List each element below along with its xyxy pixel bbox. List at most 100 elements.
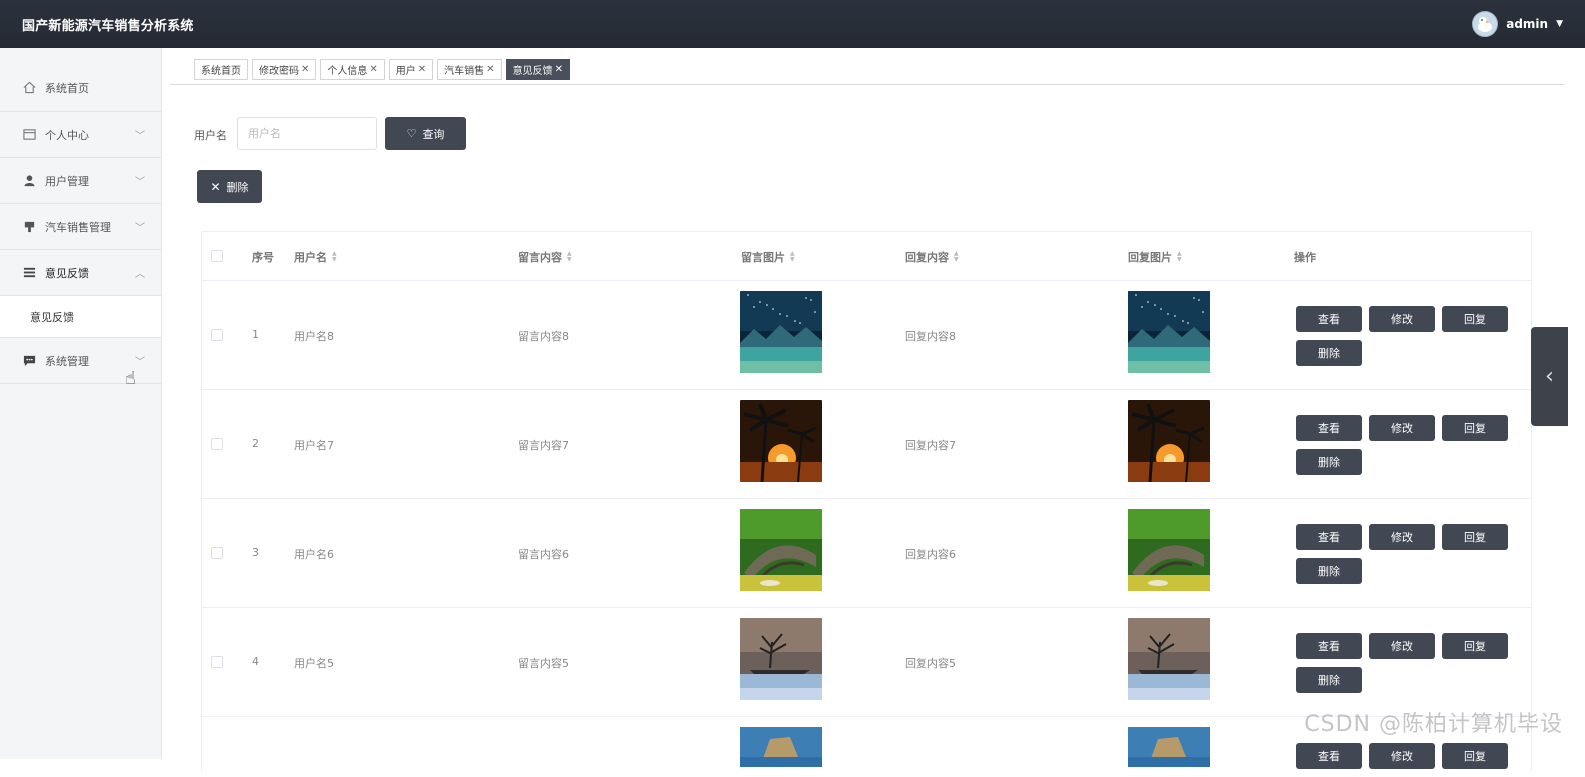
sidebar-item-feedback[interactable]: 意见反馈 ︿ (0, 250, 161, 296)
delete-button[interactable]: 删除 (1296, 667, 1362, 693)
thumbnail-image[interactable] (1128, 291, 1210, 373)
thumbnail-image[interactable] (740, 400, 822, 483)
delete-button[interactable]: 删除 (1296, 340, 1362, 366)
delete-button[interactable]: 删除 (1296, 449, 1362, 475)
sidebar-item-car-sales[interactable]: 汽车销售管理 ﹀ (0, 204, 161, 250)
thumbnail-image[interactable] (740, 291, 822, 373)
chevron-left-icon[interactable]: ‹ (1545, 364, 1554, 389)
drawer-toggle-handle[interactable]: ‹ (1531, 327, 1568, 426)
row-actions: 查看 修改 回复删除 (1296, 633, 1516, 693)
reply-button[interactable]: 回复 (1442, 306, 1508, 332)
user-icon (22, 174, 36, 188)
reply-button[interactable]: 回复 (1442, 415, 1508, 441)
thumbnail-image[interactable] (740, 727, 822, 767)
close-icon[interactable]: ✕ (369, 64, 377, 75)
view-button[interactable]: 查看 (1296, 524, 1362, 550)
header-content[interactable]: 留言内容 ▲ ▼ (518, 249, 572, 265)
sidebar-item-home[interactable]: 系统首页 (0, 48, 161, 112)
row-reply: 回复内容7 (905, 439, 956, 452)
submenu-item-feedback[interactable]: 意见反馈 (0, 296, 161, 338)
sidebar-item-label: 系统管理 (45, 354, 89, 368)
heart-icon: ♡ (406, 127, 417, 140)
close-icon[interactable]: ✕ (301, 64, 309, 75)
row-index: 4 (252, 655, 259, 668)
home-icon (22, 81, 36, 95)
username-search-input[interactable] (237, 117, 377, 150)
view-button[interactable]: 查看 (1296, 306, 1362, 332)
query-button[interactable]: ♡ 查询 (385, 117, 466, 150)
sidebar-item-personal[interactable]: 个人中心 ﹀ (0, 112, 161, 158)
header-username[interactable]: 用户名 ▲ ▼ (294, 249, 337, 265)
tab-home[interactable]: 系统首页 (194, 59, 248, 80)
row-content: 留言内容6 (518, 548, 569, 561)
edit-button[interactable]: 修改 (1369, 524, 1435, 550)
reply-button[interactable]: 回复 (1442, 633, 1508, 659)
row-actions: 查看 修改 回复删除 (1296, 415, 1516, 475)
sort-icon: ▲ ▼ (790, 250, 795, 263)
tab-personal-info[interactable]: 个人信息 ✕ (320, 59, 385, 80)
batch-delete-button[interactable]: ✕ 删除 (197, 170, 262, 203)
edit-button[interactable]: 修改 (1369, 306, 1435, 332)
sidebar-item-users[interactable]: 用户管理 ﹀ (0, 158, 161, 204)
chevron-up-icon: ︿ (135, 269, 145, 280)
sidebar-item-label: 系统首页 (45, 81, 89, 95)
reply-button[interactable]: 回复 (1442, 743, 1508, 769)
row-checkbox[interactable] (211, 329, 223, 341)
header-image[interactable]: 留言图片 ▲ ▼ (741, 249, 795, 265)
view-button[interactable]: 查看 (1296, 743, 1362, 769)
avatar[interactable] (1472, 11, 1499, 37)
close-icon[interactable]: ✕ (555, 64, 563, 75)
row-checkbox[interactable] (211, 438, 223, 450)
edit-button[interactable]: 修改 (1369, 415, 1435, 441)
row-reply: 回复内容6 (905, 548, 956, 561)
close-icon: ✕ (210, 179, 221, 194)
table-row: 4 用户名5 留言内容5 回复内容5 查看 修改 回复 删除 (202, 608, 1531, 717)
edit-button[interactable]: 修改 (1369, 743, 1435, 769)
tab-divider (170, 84, 1565, 85)
row-username: 用户名6 (294, 548, 334, 561)
sidebar-item-label: 意见反馈 (45, 266, 89, 280)
chevron-down-icon: ﹀ (135, 177, 145, 188)
tab-car-sales[interactable]: 汽车销售 ✕ (437, 59, 502, 80)
row-checkbox[interactable] (211, 547, 223, 559)
user-menu[interactable]: admin ▼ (1472, 0, 1563, 48)
sidebar-item-system[interactable]: 系统管理 ﹀ (0, 338, 161, 384)
row-checkbox[interactable] (211, 656, 223, 668)
thumbnail-image[interactable] (1128, 727, 1210, 767)
table-header: 序号 用户名 ▲ ▼ 留言内容 ▲ ▼ 留言图片 ▲ ▼ 回复内容 ▲ ▼ 回复图片 ▲ ▼ 操作 (202, 232, 1531, 281)
sort-icon: ▲ ▼ (332, 250, 337, 263)
chevron-down-icon: ﹀ (135, 131, 145, 142)
tab-feedback[interactable]: 意见反馈 ✕ (505, 59, 570, 80)
hand-cursor-icon: ☝ (125, 368, 136, 389)
row-index: 2 (252, 437, 259, 450)
row-reply: 回复内容5 (905, 657, 956, 670)
caret-down-icon[interactable]: ▼ (1556, 19, 1563, 29)
thumbnail-image[interactable] (1128, 618, 1210, 700)
sort-icon: ▲ ▼ (954, 250, 959, 263)
edit-button[interactable]: 修改 (1369, 633, 1435, 659)
thumbnail-image[interactable] (740, 509, 822, 591)
username-label[interactable]: admin (1506, 17, 1548, 31)
view-button[interactable]: 查看 (1296, 415, 1362, 441)
close-icon[interactable]: ✕ (486, 64, 494, 75)
row-content: 留言内容8 (518, 330, 569, 343)
delete-button[interactable]: 删除 (1296, 558, 1362, 584)
view-button[interactable]: 查看 (1296, 633, 1362, 659)
close-icon[interactable]: ✕ (418, 64, 426, 75)
tab-change-password[interactable]: 修改密码 ✕ (252, 59, 317, 80)
sidebar: 系统首页 个人中心 ﹀ 用户管理 ﹀ 汽车销售管理 ﹀ 意见反馈 ︿ 意见反馈 … (0, 48, 162, 759)
search-label: 用户名 (194, 129, 227, 142)
thumbnail-image[interactable] (1128, 509, 1210, 591)
tab-users[interactable]: 用户 ✕ (388, 59, 434, 80)
thumbnail-image[interactable] (740, 618, 822, 700)
header-reply-image[interactable]: 回复图片 ▲ ▼ (1128, 249, 1182, 265)
select-all-checkbox[interactable] (211, 250, 223, 262)
thumbnail-image[interactable] (1128, 400, 1210, 483)
reply-button[interactable]: 回复 (1442, 524, 1508, 550)
header-actions: 操作 (1294, 251, 1316, 264)
header-index: 序号 (252, 251, 274, 264)
chevron-down-icon: ﹀ (135, 357, 145, 368)
header-reply[interactable]: 回复内容 ▲ ▼ (905, 249, 959, 265)
sidebar-item-label: 个人中心 (45, 128, 89, 142)
feedback-table: 序号 用户名 ▲ ▼ 留言内容 ▲ ▼ 留言图片 ▲ ▼ 回复内容 ▲ ▼ 回复图片 ▲ ▼ 操作 … (201, 231, 1532, 771)
